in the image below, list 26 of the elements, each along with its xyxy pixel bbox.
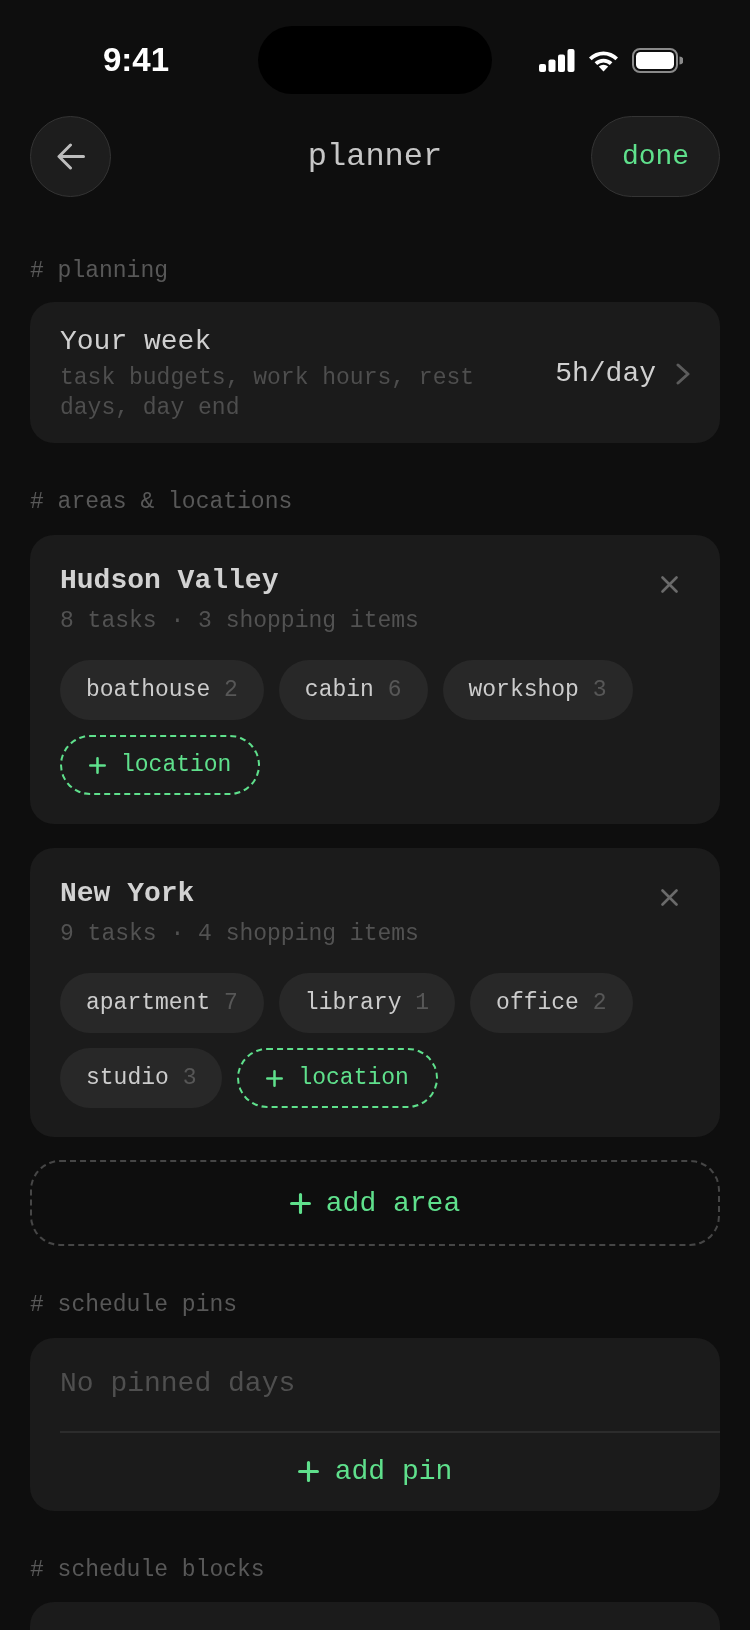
area-name: New York xyxy=(60,877,196,911)
add-location-button[interactable]: location xyxy=(60,735,261,795)
page-title: planner xyxy=(307,136,443,177)
plus-icon xyxy=(289,1192,311,1214)
row-value: 5h/day xyxy=(555,357,656,391)
wifi-icon xyxy=(588,48,619,72)
done-button[interactable]: done xyxy=(591,116,720,197)
plus-icon xyxy=(266,1069,284,1087)
section-heading: # planning xyxy=(30,257,170,285)
plus-icon xyxy=(297,1461,319,1482)
add-location-button[interactable]: location xyxy=(237,1048,438,1108)
area-name: Hudson Valley xyxy=(60,564,280,598)
signal-icon xyxy=(539,48,575,72)
add-pin-button[interactable]: add pin xyxy=(291,1452,459,1491)
close-icon[interactable] xyxy=(661,576,678,593)
plus-icon xyxy=(89,756,106,774)
close-icon[interactable] xyxy=(661,889,678,906)
left-arrow-icon xyxy=(56,143,85,170)
battery-icon xyxy=(632,47,683,73)
add-area-button[interactable]: add area xyxy=(30,1160,720,1246)
row-title: Your week xyxy=(60,325,213,359)
section-heading: # schedule pins xyxy=(30,1291,239,1319)
chevron-right-icon xyxy=(676,363,690,385)
section-heading: # schedule blocks xyxy=(30,1555,266,1584)
section-heading: # areas & locations xyxy=(30,488,294,516)
status-time: 9:41 xyxy=(102,40,170,80)
